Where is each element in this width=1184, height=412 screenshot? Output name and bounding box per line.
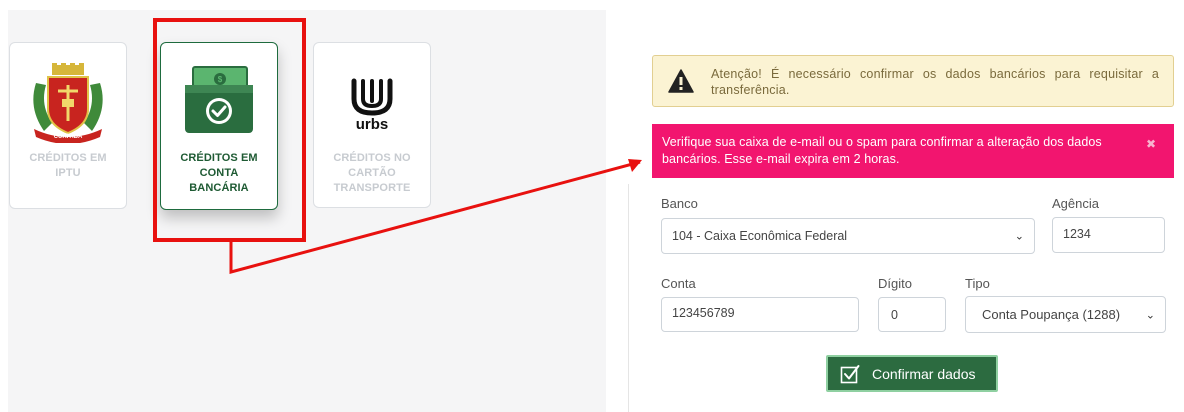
agencia-label: Agência [1052,196,1099,211]
confirm-data-label: Confirmar dados [872,365,976,382]
card-iptu-label-line-1: CRÉDITOS EM [29,152,107,164]
banco-select-value: 104 - Caixa Econômica Federal [672,229,848,243]
card-urbs-label-line-3: TRANSPORTE [333,182,411,194]
digito-input-value: 0 [891,307,898,322]
urbs-logo-text: urbs [356,116,389,133]
curitiba-coat-of-arms-icon: CURITIBA [33,63,103,143]
warning-triangle-icon [668,69,694,93]
annotation-highlight-box [153,18,306,242]
tipo-label: Tipo [965,276,990,291]
digito-input[interactable]: 0 [878,297,946,332]
card-urbs-label-line-1: CRÉDITOS NO [333,152,411,164]
banco-select[interactable]: 104 - Caixa Econômica Federal ⌄ [661,218,1035,254]
banco-label: Banco [661,196,698,211]
card-iptu-label-line-2: IPTU [55,167,81,179]
warning-text: Atenção! É necessário confirmar os dados… [711,67,1159,97]
chevron-down-icon: ⌄ [1014,230,1024,243]
agencia-input[interactable]: 1234 [1052,217,1165,253]
conta-label: Conta [661,276,696,291]
card-urbs-label-line-2: CARTÃO [348,167,396,179]
agencia-input-value: 1234 [1063,227,1091,241]
card-urbs-label: CRÉDITOS NO CARTÃO TRANSPORTE [318,151,426,196]
panel-divider [628,184,629,412]
chevron-down-icon: ⌄ [1145,309,1155,321]
coat-of-arms-ribbon-text: CURITIBA [54,134,83,140]
card-creditos-iptu[interactable]: CURITIBA CRÉDITOS EM IPTU [9,42,127,209]
email-confirmation-alert: Verifique sua caixa de e-mail ou o spam … [652,124,1174,178]
email-confirmation-text: Verifique sua caixa de e-mail ou o spam … [662,135,1102,166]
urbs-logo-icon: urbs [351,78,393,133]
close-icon[interactable]: ✖ [1146,137,1156,151]
conta-input-value: 123456789 [672,306,735,320]
card-iptu-label: CRÉDITOS EM IPTU [14,151,122,181]
conta-input[interactable]: 123456789 [661,297,859,332]
digito-label: Dígito [878,276,912,291]
confirm-data-button[interactable]: Confirmar dados [826,355,998,392]
checkbox-checked-icon [840,364,860,383]
tipo-select[interactable]: Conta Poupança (1288) ⌄ [965,296,1166,333]
card-creditos-cartao-transporte[interactable]: urbs CRÉDITOS NO CARTÃO TRANSPORTE [313,42,431,208]
tipo-select-value: Conta Poupança (1288) [982,307,1121,322]
warning-alert: Atenção! É necessário confirmar os dados… [652,55,1174,107]
